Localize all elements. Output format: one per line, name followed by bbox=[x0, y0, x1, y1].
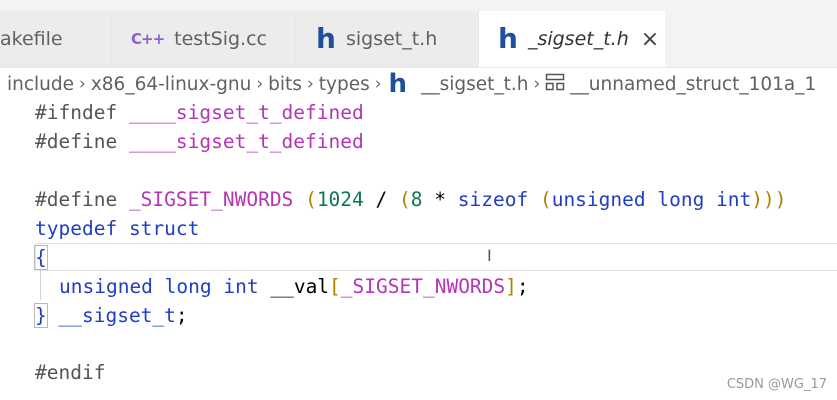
breadcrumb-item-types[interactable]: types bbox=[319, 74, 370, 95]
header-file-icon: h bbox=[498, 22, 518, 55]
code-brace: } bbox=[34, 303, 48, 328]
code-line-5: typedef struct bbox=[35, 214, 199, 243]
breadcrumb-item-include[interactable]: include bbox=[7, 74, 74, 95]
code-number: 1024 bbox=[316, 188, 364, 211]
chevron-right-icon: › bbox=[256, 74, 264, 94]
indent-guide bbox=[40, 271, 41, 300]
code-directive: #ifndef bbox=[35, 101, 118, 124]
code-line-7: unsigned long int __val[_SIGSET_NWORDS]; bbox=[59, 275, 529, 298]
code-line-10: #endif bbox=[35, 358, 105, 387]
tab-makefile[interactable]: akefile bbox=[0, 11, 112, 67]
code-line-6: { bbox=[34, 243, 48, 272]
code-macro: ____sigset_t_defined bbox=[128, 101, 364, 124]
breadcrumb-item-x86-64-linux-gnu[interactable]: x86_64-linux-gnu bbox=[91, 74, 252, 95]
code-brace: { bbox=[34, 245, 48, 270]
struct-icon bbox=[545, 73, 565, 96]
chevron-right-icon: › bbox=[533, 74, 541, 94]
breadcrumb-item-file[interactable]: __sigset_t.h bbox=[421, 74, 528, 95]
code-identifier: __sigset_t bbox=[58, 304, 176, 327]
cpp-file-icon: C++ bbox=[131, 30, 165, 48]
header-file-icon: h bbox=[388, 69, 408, 99]
code-line-8: } __sigset_t; bbox=[34, 303, 188, 328]
tab-label: akefile bbox=[0, 28, 63, 50]
breadcrumb: include › x86_64-linux-gnu › bits › type… bbox=[0, 68, 837, 100]
code-type: unsigned long int bbox=[551, 188, 752, 211]
code-line-1: #ifndef ____sigset_t_defined bbox=[35, 98, 364, 127]
tab-label: testSig.cc bbox=[174, 28, 267, 50]
code-number: 8 bbox=[410, 188, 423, 211]
header-file-icon: h bbox=[316, 22, 336, 55]
editor-tab-bar: akefile C++ testSig.cc h sigset_t.h h _s… bbox=[0, 11, 837, 68]
code-macro: ____sigset_t_defined bbox=[128, 130, 364, 153]
chevron-right-icon: › bbox=[79, 74, 86, 94]
tab-underscore-sigset-t-h[interactable]: h _sigset_t.h × bbox=[479, 11, 665, 67]
tab-label: _sigset_t.h bbox=[527, 28, 629, 50]
current-line-highlight bbox=[35, 243, 837, 271]
code-editor[interactable]: I #ifndef ____sigset_t_defined #define _… bbox=[0, 100, 837, 400]
code-directive: #define bbox=[35, 130, 118, 153]
code-type: unsigned long int bbox=[59, 275, 259, 298]
watermark: CSDN @WG_17 bbox=[726, 377, 827, 392]
chevron-right-icon: › bbox=[374, 74, 382, 94]
tab-testsig-cc[interactable]: C++ testSig.cc bbox=[112, 11, 296, 67]
code-keyword: struct bbox=[128, 217, 200, 240]
code-line-2: #define ____sigset_t_defined bbox=[35, 127, 364, 156]
tab-sigset-t-h[interactable]: h sigset_t.h bbox=[296, 11, 479, 67]
breadcrumb-item-symbol[interactable]: __unnamed_struct_101a_1 bbox=[570, 74, 816, 95]
tab-label: sigset_t.h bbox=[345, 28, 438, 50]
code-directive: #define bbox=[35, 188, 118, 211]
chevron-right-icon: › bbox=[306, 74, 314, 94]
breadcrumb-item-bits[interactable]: bits bbox=[268, 74, 302, 95]
close-icon[interactable]: × bbox=[641, 27, 659, 52]
code-macro: _SIGSET_NWORDS bbox=[128, 188, 294, 211]
code-keyword: sizeof bbox=[457, 188, 529, 211]
text-cursor-icon: I bbox=[487, 246, 492, 265]
code-keyword: typedef bbox=[35, 217, 118, 240]
code-macro: _SIGSET_NWORDS bbox=[340, 275, 506, 298]
code-line-4: #define _SIGSET_NWORDS (1024 / (8 * size… bbox=[35, 188, 787, 211]
code-identifier: __val bbox=[270, 275, 330, 298]
code-directive: #endif bbox=[35, 361, 106, 384]
